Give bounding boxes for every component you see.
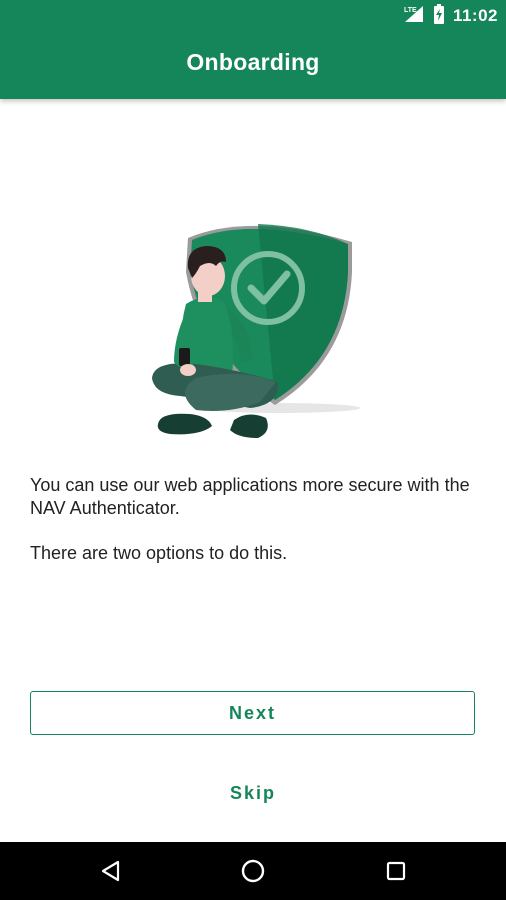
status-time: 11:02 [452,6,498,25]
person-with-shield-illustration [130,200,370,450]
battery-charging-icon [433,3,445,29]
app-bar: LTE 11:02 Onboarding [0,0,506,99]
status-bar: LTE 11:02 [0,0,506,32]
onboarding-text: You can use our web applications more se… [30,474,480,565]
system-nav-bar [0,842,506,900]
recents-square-icon[interactable] [376,851,416,891]
page-title: Onboarding [186,49,320,75]
description-text: You can use our web applications more se… [30,475,470,518]
status-icons: LTE 11:02 [403,3,498,29]
lte-signal-icon: LTE [403,4,425,29]
back-triangle-icon[interactable] [91,851,131,891]
next-button[interactable]: Next [30,691,475,735]
options-text: There are two options to do this. [30,543,288,563]
home-circle-icon[interactable] [233,851,273,891]
svg-text:LTE: LTE [404,7,417,14]
skip-button[interactable]: Skip [203,773,303,813]
